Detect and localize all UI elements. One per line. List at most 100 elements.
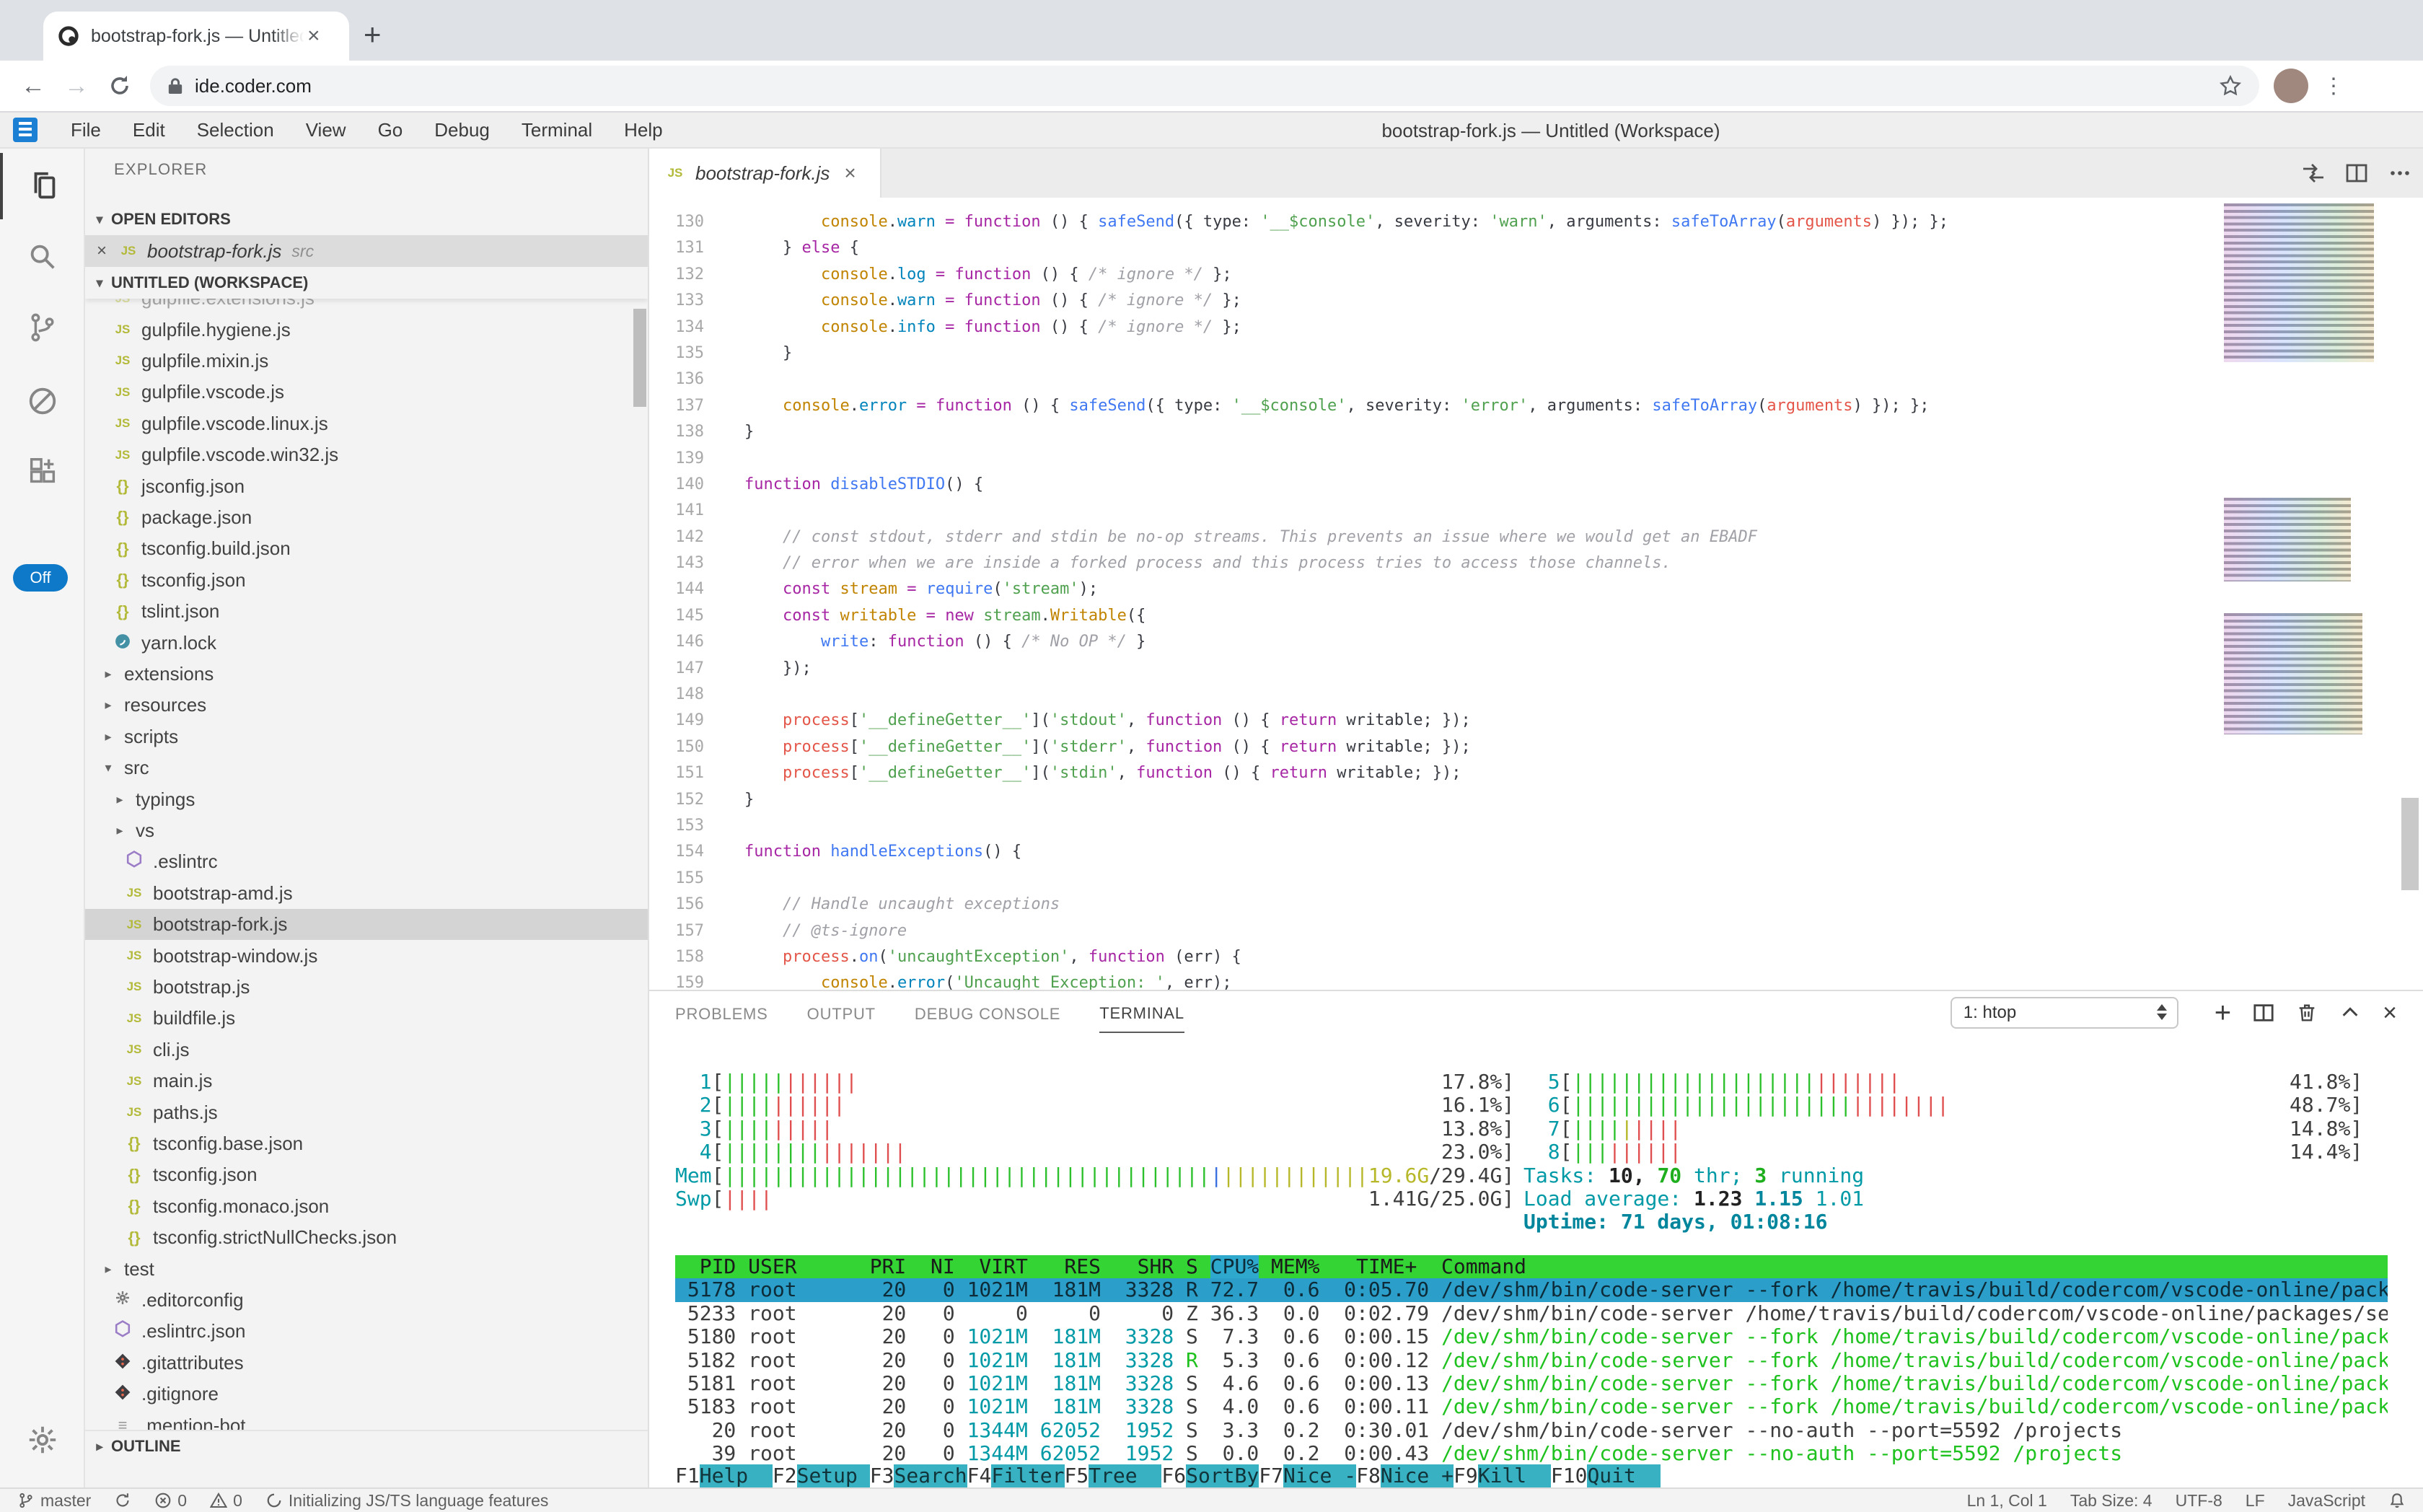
sidebar-scrollbar[interactable]	[633, 309, 646, 407]
tree-item-gulpfile.vscode.win32.js[interactable]: JSgulpfile.vscode.win32.js	[85, 439, 648, 470]
tree-item-tsconfig.monaco.json[interactable]: {}tsconfig.monaco.json	[85, 1191, 648, 1222]
browser-menu-icon[interactable]: ⋮	[2323, 74, 2344, 99]
tree-item-.editorconfig[interactable]: .editorconfig	[85, 1285, 648, 1316]
url-text[interactable]: ide.coder.com	[195, 75, 2219, 97]
menu-selection[interactable]: Selection	[181, 115, 290, 146]
menu-terminal[interactable]: Terminal	[506, 115, 608, 146]
tree-item-.eslintrc.json[interactable]: .eslintrc.json	[85, 1316, 648, 1347]
tree-item-.mention-bot[interactable]: ≡.mention-bot	[85, 1410, 648, 1431]
tree-item-src[interactable]: ▾src	[85, 752, 648, 783]
new-tab-button[interactable]: +	[364, 17, 382, 52]
minimap[interactable]	[2221, 198, 2387, 990]
avatar[interactable]	[2274, 69, 2308, 103]
tree-item-vs[interactable]: ▸vs	[85, 815, 648, 846]
split-terminal-icon[interactable]	[2253, 1002, 2274, 1024]
panel-tab-problems[interactable]: PROBLEMS	[675, 993, 768, 1032]
tree-item-extensions[interactable]: ▸extensions	[85, 659, 648, 690]
tree-item-package.json[interactable]: {}package.json	[85, 502, 648, 533]
status-bell[interactable]	[2377, 1492, 2417, 1509]
url-bar[interactable]: ide.coder.com	[150, 66, 2259, 106]
tree-item-tsconfig.strictNullChecks.json[interactable]: {}tsconfig.strictNullChecks.json	[85, 1222, 648, 1253]
browser-tab[interactable]: bootstrap-fork.js — Untitled (W ×	[43, 12, 349, 61]
tree-item-bootstrap-amd.js[interactable]: JSbootstrap-amd.js	[85, 878, 648, 909]
panel-tab-debug-console[interactable]: DEBUG CONSOLE	[915, 993, 1060, 1032]
open-editor-item[interactable]: × JS bootstrap-fork.js src	[85, 235, 648, 267]
tree-item-bootstrap-fork.js[interactable]: JSbootstrap-fork.js	[85, 909, 648, 940]
more-actions-icon[interactable]	[2388, 162, 2411, 185]
tree-item-tslint.json[interactable]: {}tslint.json	[85, 596, 648, 627]
tree-item-tsconfig.build.json[interactable]: {}tsconfig.build.json	[85, 533, 648, 564]
tree-item-tsconfig.base.json[interactable]: {}tsconfig.base.json	[85, 1128, 648, 1159]
maximize-panel-icon[interactable]	[2339, 1002, 2361, 1024]
telemetry-off-badge[interactable]: Off	[13, 564, 68, 592]
tree-item-bootstrap-window.js[interactable]: JSbootstrap-window.js	[85, 940, 648, 971]
outline-header[interactable]: ▸ OUTLINE	[85, 1430, 648, 1462]
open-editors-header[interactable]: ▾ OPEN EDITORS	[85, 203, 648, 235]
close-panel-icon[interactable]: ×	[2383, 1001, 2397, 1025]
tree-item-cli.js[interactable]: JScli.js	[85, 1034, 648, 1065]
tree-item-gulpfile.extensions.js[interactable]: JSgulpfile.extensions.js	[85, 299, 648, 314]
bookmark-star-icon[interactable]	[2219, 74, 2242, 97]
activity-search[interactable]	[0, 224, 85, 290]
menu-debug[interactable]: Debug	[418, 115, 506, 146]
tree-item-buildfile.js[interactable]: JSbuildfile.js	[85, 1003, 648, 1034]
editor-scrollbar[interactable]	[2401, 798, 2419, 890]
tree-item-.gitattributes[interactable]: .gitattributes	[85, 1348, 648, 1379]
status-warning[interactable]: 0	[198, 1491, 254, 1511]
tree-item-gulpfile.mixin.js[interactable]: JSgulpfile.mixin.js	[85, 346, 648, 377]
tree-item-gulpfile.hygiene.js[interactable]: JSgulpfile.hygiene.js	[85, 314, 648, 345]
status-error[interactable]: 0	[143, 1491, 198, 1511]
reload-icon[interactable]	[98, 74, 141, 97]
tree-item-yarn.lock[interactable]: yarn.lock	[85, 627, 648, 658]
status-sync[interactable]	[102, 1492, 143, 1509]
terminal-select[interactable]: 1: htop	[1951, 997, 2178, 1029]
new-terminal-icon[interactable]: +	[2215, 998, 2231, 1027]
tree-item-resources[interactable]: ▸resources	[85, 690, 648, 721]
status-javascript[interactable]: JavaScript	[2277, 1491, 2377, 1511]
editor-tab[interactable]: JS bootstrap-fork.js ×	[649, 149, 881, 198]
tab-close-icon[interactable]: ×	[307, 25, 320, 47]
menu-help[interactable]: Help	[608, 115, 678, 146]
status-branch[interactable]: master	[6, 1491, 102, 1511]
activity-explorer[interactable]	[0, 153, 85, 219]
tree-item-tsconfig.json[interactable]: {}tsconfig.json	[85, 1159, 648, 1190]
status-tab-size-4[interactable]: Tab Size: 4	[2059, 1491, 2164, 1511]
menu-view[interactable]: View	[290, 115, 362, 146]
status-utf-8[interactable]: UTF-8	[2164, 1491, 2234, 1511]
status-spinner[interactable]: Initializing JS/TS language features	[254, 1491, 560, 1511]
close-icon[interactable]: ×	[844, 162, 856, 185]
split-editor-icon[interactable]	[2345, 162, 2368, 185]
back-icon[interactable]: ←	[12, 72, 55, 100]
menu-file[interactable]: File	[55, 115, 117, 146]
tree-item-scripts[interactable]: ▸scripts	[85, 721, 648, 752]
status-ln-1-col-1[interactable]: Ln 1, Col 1	[1956, 1491, 2059, 1511]
tree-item-main.js[interactable]: JSmain.js	[85, 1065, 648, 1096]
tree-item-jsconfig.json[interactable]: {}jsconfig.json	[85, 470, 648, 501]
code-editor[interactable]: 130 console.warn = function () { safeSen…	[649, 198, 2423, 990]
code-line-137: 137 console.error = function () { safeSe…	[649, 393, 2423, 419]
activity-extensions[interactable]	[0, 439, 85, 505]
tree-item-bootstrap.js[interactable]: JSbootstrap.js	[85, 972, 648, 1003]
tree-item-test[interactable]: ▸test	[85, 1253, 648, 1284]
tree-item-typings[interactable]: ▸typings	[85, 783, 648, 814]
status-lf[interactable]: LF	[2234, 1491, 2277, 1511]
terminal[interactable]: 1[||||||||||| 17.8%] 2[|||||||||| 16.1%]…	[649, 1034, 2423, 1489]
tree-item-paths.js[interactable]: JSpaths.js	[85, 1096, 648, 1128]
close-icon[interactable]: ×	[97, 241, 117, 261]
workspace-header[interactable]: ▾ UNTITLED (WORKSPACE)	[85, 267, 648, 299]
kill-terminal-icon[interactable]	[2296, 1002, 2318, 1024]
tree-item-.eslintrc[interactable]: .eslintrc	[85, 846, 648, 877]
tree-item-gulpfile.vscode.js[interactable]: JSgulpfile.vscode.js	[85, 377, 648, 408]
menu-go[interactable]: Go	[362, 115, 419, 146]
activity-settings[interactable]	[0, 1407, 85, 1473]
panel-tab-terminal[interactable]: TERMINAL	[1099, 993, 1184, 1033]
activity-debug[interactable]	[0, 368, 85, 434]
open-changes-icon[interactable]	[2302, 162, 2325, 185]
panel-tab-output[interactable]: OUTPUT	[807, 993, 876, 1032]
tree-item-gulpfile.vscode.linux.js[interactable]: JSgulpfile.vscode.linux.js	[85, 408, 648, 439]
tree-item-.gitignore[interactable]: .gitignore	[85, 1379, 648, 1410]
activity-source-control[interactable]	[0, 294, 85, 361]
menu-edit[interactable]: Edit	[117, 115, 181, 146]
forward-icon[interactable]: →	[55, 72, 98, 100]
tree-item-tsconfig.json[interactable]: {}tsconfig.json	[85, 565, 648, 596]
